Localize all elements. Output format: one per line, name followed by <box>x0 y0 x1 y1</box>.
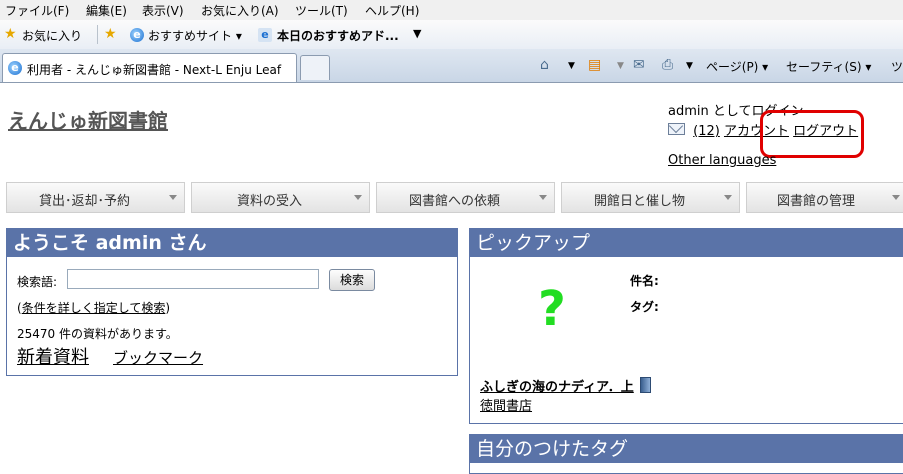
page-menu-button[interactable]: ページ(P) ▾ <box>706 58 768 75</box>
tab-current[interactable]: e 利用者 - えんじゅ新図書館 - Next-L Enju Leaf <box>2 53 297 82</box>
advanced-search-close-paren: ) <box>165 301 171 315</box>
feeds-dropdown-icon[interactable]: ▼ <box>617 61 624 71</box>
my-tags-heading: 自分のつけたタグ <box>470 435 903 463</box>
site-title-link[interactable]: えんじゅ新図書館 <box>8 105 168 134</box>
book-icon <box>639 377 651 393</box>
pickup-panel: ピックアップ ? 件名: タグ: ふしぎの海のナディア．上 徳間書店 <box>469 228 903 424</box>
menu-view[interactable]: 表示(V) <box>142 2 184 19</box>
home-dropdown-icon[interactable]: ▼ <box>568 61 575 71</box>
publisher-link[interactable]: 徳間書店 <box>480 395 532 414</box>
book-title-line: ふしぎの海のナディア．上 <box>480 376 651 395</box>
nav-acquisition[interactable]: 資料の受入 <box>191 182 370 213</box>
nav-circulation-label: 貸出･返却･予約 <box>38 194 130 209</box>
feeds-icon[interactable]: ▤ <box>588 57 601 73</box>
tab-bar: e 利用者 - えんじゅ新図書館 - Next-L Enju Leaf ⌂ ▼ … <box>0 49 903 83</box>
no-image-placeholder: ? <box>538 281 566 337</box>
my-tags-panel: 自分のつけたタグ <box>469 434 903 474</box>
welcome-panel: ようこそ admin さん 検索語: 検索 (条件を詳しく指定して検索) 254… <box>6 228 458 376</box>
new-tab-button[interactable] <box>300 55 330 80</box>
chevron-down-icon <box>539 195 547 200</box>
print-icon[interactable]: ⎙ <box>662 57 673 73</box>
search-button[interactable]: 検索 <box>329 269 375 291</box>
bookmarks-link[interactable]: ブックマーク <box>113 347 203 368</box>
favorites-button[interactable]: お気に入り <box>22 27 82 44</box>
read-mail-icon[interactable]: ✉ <box>633 57 645 73</box>
advanced-search-link[interactable]: 条件を詳しく指定して検索 <box>22 301 166 315</box>
pickup-heading: ピックアップ <box>470 229 903 257</box>
nav-circulation[interactable]: 貸出･返却･予約 <box>6 182 185 213</box>
menu-tools[interactable]: ツール(T) <box>295 2 348 19</box>
chevron-down-icon <box>169 195 177 200</box>
annotation-circle <box>760 110 864 158</box>
mail-icon[interactable] <box>668 123 685 135</box>
menu-file[interactable]: ファイル(F) <box>5 2 69 19</box>
tab-favicon-icon: e <box>8 61 22 75</box>
advanced-search-line: (条件を詳しく指定して検索) <box>17 299 170 316</box>
favorites-bar: ★ お気に入り ★ e おすすめサイト ▾ e 本日のおすすめアド... ▼ <box>0 20 903 50</box>
menu-bar: ファイル(F) 編集(E) 表示(V) お気に入り(A) ツール(T) ヘルプ(… <box>0 0 903 20</box>
favorites-more-arrow-icon[interactable]: ▼ <box>413 27 421 40</box>
web-slice-gallery-button[interactable]: 本日のおすすめアド... <box>277 27 399 44</box>
print-dropdown-icon[interactable]: ▼ <box>686 61 693 71</box>
nav-events[interactable]: 開館日と催し物 <box>561 182 740 213</box>
nav-management[interactable]: 図書館の管理 <box>746 182 903 213</box>
tab-title: 利用者 - えんじゅ新図書館 - Next-L Enju Leaf <box>27 63 282 77</box>
favorites-separator <box>97 25 98 44</box>
tools-menu-button[interactable]: ツ <box>891 58 903 75</box>
chevron-down-icon <box>892 195 900 200</box>
menu-help[interactable]: ヘルプ(H) <box>365 2 419 19</box>
welcome-heading: ようこそ admin さん <box>7 229 457 257</box>
home-icon[interactable]: ⌂ <box>540 57 549 73</box>
safety-menu-button[interactable]: セーフティ(S) ▾ <box>786 58 871 75</box>
subject-label: 件名: <box>630 274 659 288</box>
chevron-down-icon <box>354 195 362 200</box>
other-languages-link[interactable]: Other languages <box>668 153 776 168</box>
book-title-link[interactable]: ふしぎの海のナディア．上 <box>480 380 634 395</box>
suggested-sites-button[interactable]: おすすめサイト ▾ <box>148 27 242 44</box>
nav-requests-label: 図書館への依頼 <box>408 194 500 209</box>
web-slice-icon: e <box>258 28 272 42</box>
search-input[interactable] <box>67 269 319 289</box>
item-count: 25470 件の資料があります。 <box>17 327 178 341</box>
nav-management-label: 図書館の管理 <box>776 194 855 209</box>
nav-requests[interactable]: 図書館への依頼 <box>376 182 555 213</box>
search-label: 検索語: <box>17 275 58 289</box>
ie-page-icon: e <box>130 28 144 42</box>
menu-edit[interactable]: 編集(E) <box>86 2 127 19</box>
nav-events-label: 開館日と催し物 <box>593 194 685 209</box>
chevron-down-icon <box>724 195 732 200</box>
menu-favorites[interactable]: お気に入り(A) <box>201 2 279 19</box>
new-items-link[interactable]: 新着資料 <box>17 343 89 369</box>
messages-link[interactable]: (12) <box>693 124 720 139</box>
nav-acquisition-label: 資料の受入 <box>236 194 302 209</box>
favorites-star-icon[interactable]: ★ <box>4 26 17 42</box>
add-favorite-icon[interactable]: ★ <box>104 26 117 42</box>
tag-label: タグ: <box>630 300 659 314</box>
